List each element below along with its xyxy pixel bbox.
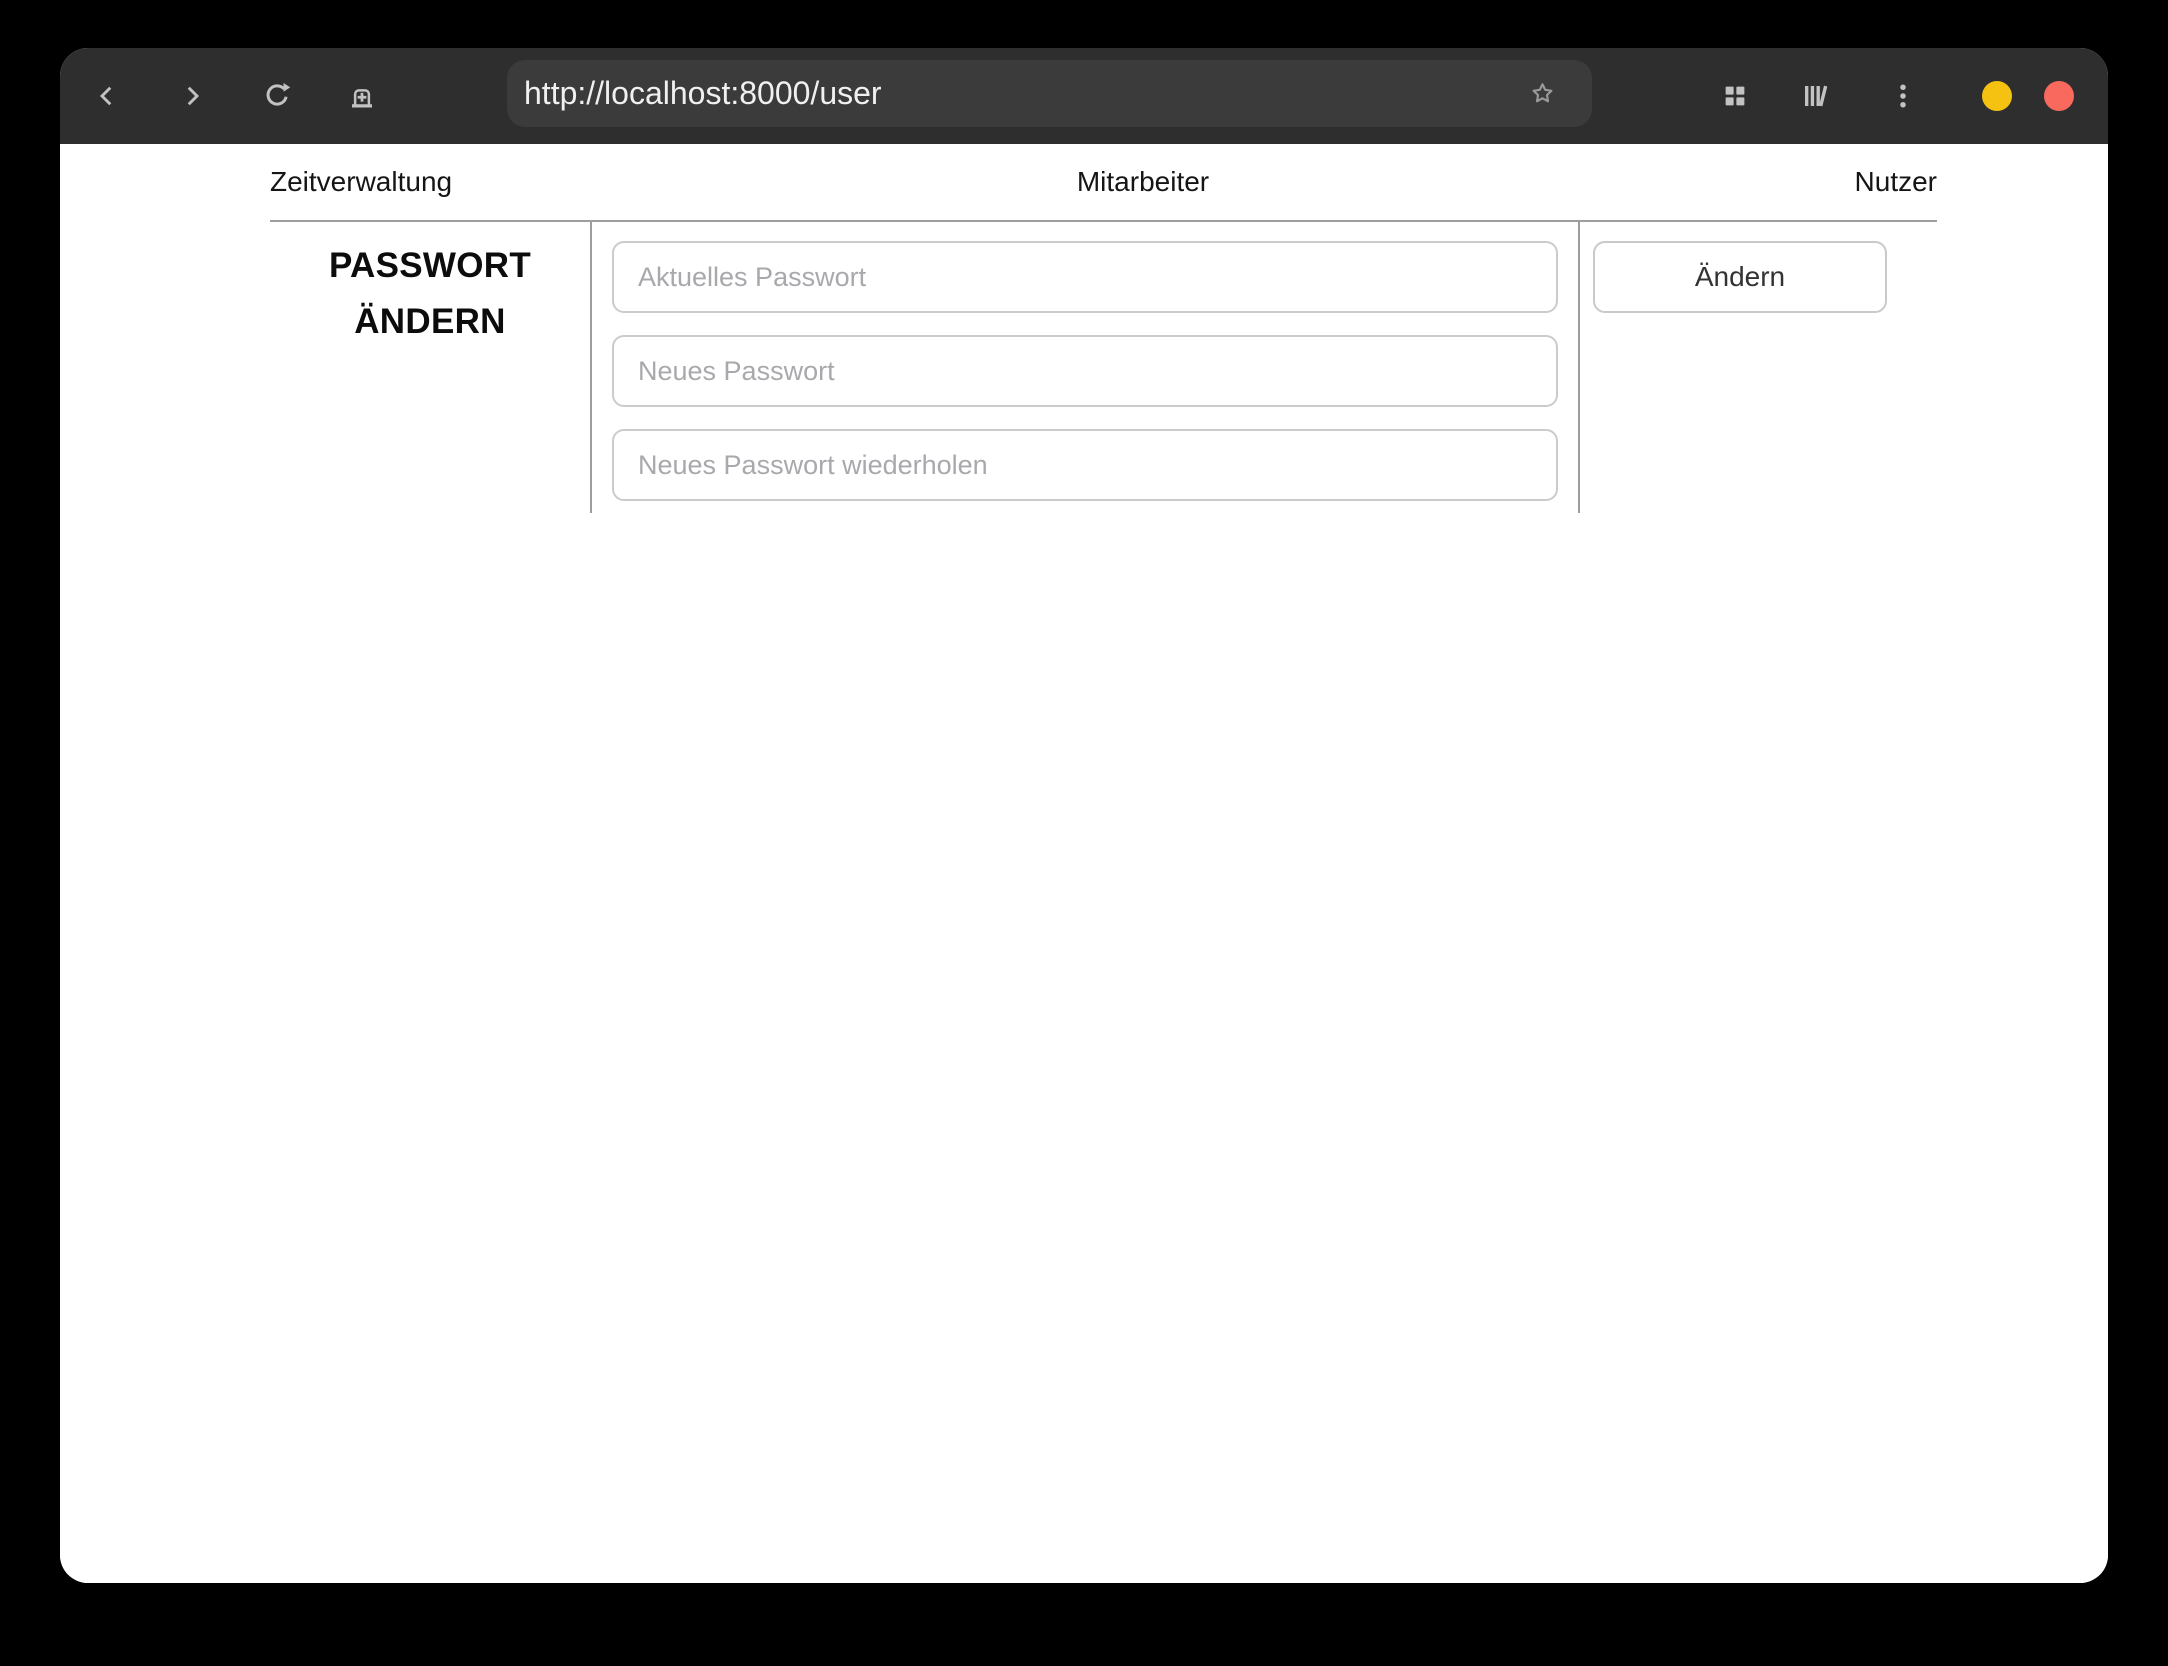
new-tab-button[interactable] — [347, 81, 377, 111]
url-text: http://localhost:8000/user — [524, 75, 882, 111]
kebab-menu-icon — [1900, 84, 1906, 108]
back-icon — [99, 86, 112, 106]
nav-link-zeitverwaltung[interactable]: Zeitverwaltung — [270, 166, 452, 197]
star-icon — [1532, 83, 1553, 103]
close-button[interactable] — [2044, 81, 2074, 111]
url-bar[interactable]: http://localhost:8000/user — [507, 60, 1592, 127]
change-password-button[interactable]: Ändern — [1593, 241, 1887, 313]
web-page: Zeitverwaltung Mitarbeiter Nutzer PASSWO… — [60, 144, 2108, 1583]
browser-window: http://localhost:8000/user Zeitverwaltun… — [60, 48, 2108, 1583]
submit-cell: Ändern — [1580, 222, 1937, 513]
menu-kebab-button[interactable] — [1888, 81, 1918, 111]
nav-cell-right: Nutzer — [1580, 166, 1937, 198]
nav-link-nutzer[interactable]: Nutzer — [1855, 166, 1937, 197]
bookmark-star-button[interactable] — [1529, 80, 1556, 107]
main-nav: Zeitverwaltung Mitarbeiter Nutzer — [270, 144, 1937, 222]
page-title: PASSWORT ÄNDERN — [328, 246, 532, 341]
password-fields-cell — [592, 222, 1580, 513]
screen: { "browser": { "url_field": { "value": "… — [0, 0, 2168, 1666]
new-password-input[interactable] — [612, 335, 1558, 407]
tab-overview-grid-icon — [1725, 86, 1745, 106]
browser-titlebar: http://localhost:8000/user — [60, 48, 2108, 144]
reload-icon — [266, 83, 291, 106]
back-button[interactable] — [92, 81, 122, 111]
section-title-cell: PASSWORT ÄNDERN — [270, 222, 592, 513]
reload-button[interactable] — [262, 81, 292, 111]
app-container: Zeitverwaltung Mitarbeiter Nutzer PASSWO… — [270, 144, 1937, 513]
forward-button[interactable] — [177, 81, 207, 111]
minimize-button[interactable] — [1982, 81, 2012, 111]
nav-cell-left: Zeitverwaltung — [270, 166, 590, 198]
current-password-input[interactable] — [612, 241, 1558, 313]
library-button[interactable] — [1800, 81, 1830, 111]
new-tab-icon — [352, 89, 372, 108]
password-change-section: PASSWORT ÄNDERN Ändern — [270, 222, 1937, 513]
repeat-new-password-input[interactable] — [612, 429, 1558, 501]
tab-overview-button[interactable] — [1720, 81, 1750, 111]
nav-link-mitarbeiter[interactable]: Mitarbeiter — [1077, 166, 1209, 197]
nav-cell-center: Mitarbeiter — [590, 166, 1580, 198]
forward-icon — [187, 86, 200, 106]
library-books-icon — [1805, 85, 1828, 107]
